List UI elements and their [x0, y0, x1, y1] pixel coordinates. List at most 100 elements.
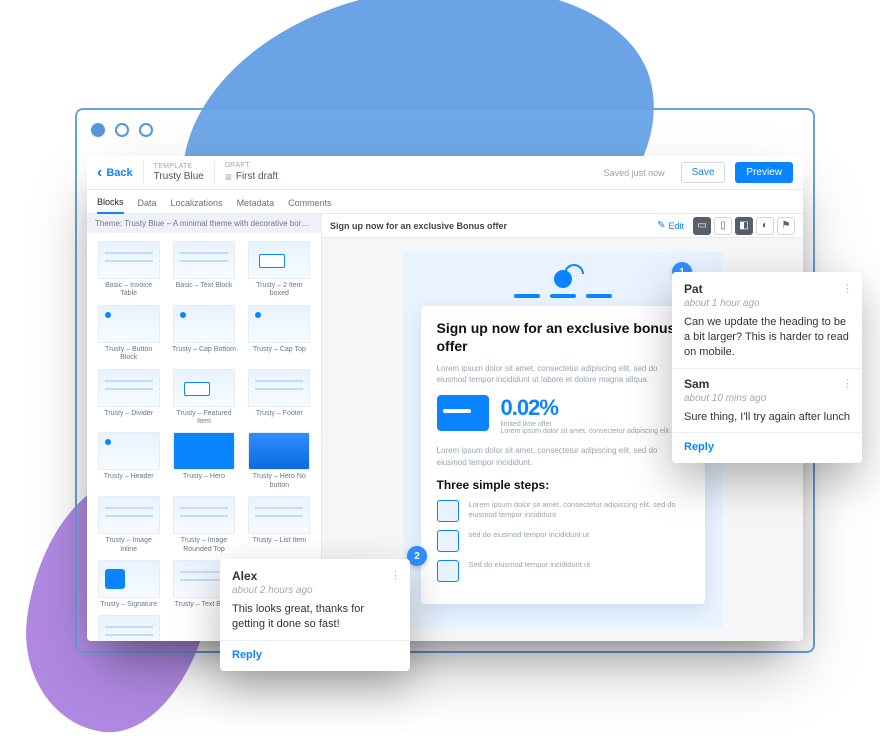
template-name[interactable]: Trusty Blue [154, 171, 204, 182]
block-thumbnail [248, 496, 310, 534]
block-item[interactable]: Trusty – Footer [244, 369, 315, 427]
block-thumbnail [98, 496, 160, 534]
reply-button[interactable]: Reply [232, 649, 398, 661]
sidebar-tabs: Blocks Data Localizations Metadata Comme… [87, 190, 803, 214]
dark-mode-icon[interactable]: ◧ [735, 217, 753, 235]
block-thumbnail [98, 432, 160, 470]
comment-author: Sam [684, 377, 850, 391]
block-label: Trusty – Signature [100, 601, 157, 609]
reply-button[interactable]: Reply [684, 441, 850, 453]
block-thumbnail [98, 241, 160, 279]
block-label: Trusty – Header [104, 473, 154, 481]
block-label: Trusty – List Item [253, 537, 306, 545]
comment-body: Can we update the heading to be a bit la… [684, 315, 850, 360]
offer-row: 0.02% limited time offer Lorem ipsum dol… [437, 395, 689, 435]
block-item[interactable]: Trusty – 2 Item boxed [244, 241, 315, 299]
tab-localizations[interactable]: Localizations [171, 198, 223, 213]
block-label: Trusty – Hero No button [247, 473, 311, 490]
block-item[interactable]: Trusty – Divider [93, 369, 164, 427]
comment-body: This looks great, thanks for getting it … [232, 602, 398, 632]
block-thumbnail [173, 432, 235, 470]
window-control-icon[interactable] [91, 123, 105, 137]
block-item[interactable]: Basic – Invoice Table [93, 241, 164, 299]
block-item[interactable]: Trusty – Image Rounded Top [168, 496, 239, 554]
block-label: Trusty – Image Rounded Top [172, 537, 236, 554]
draft-label: DRAFT [225, 162, 278, 169]
card-icon [437, 395, 489, 431]
comment-body: Sure thing, I'll try again after lunch [684, 410, 850, 425]
comment-author: Alex [232, 569, 398, 583]
block-item[interactable]: Trusty – Cap Bottom [168, 305, 239, 363]
block-item[interactable]: Trusty – Title Block [93, 615, 164, 641]
theme-description: Theme: Trusty Blue – A minimal theme wit… [87, 214, 321, 233]
block-thumbnail [98, 369, 160, 407]
window-titlebar [77, 110, 813, 150]
desktop-view-icon[interactable]: ▭ [693, 217, 711, 235]
block-item[interactable]: Basic – Text Block [168, 241, 239, 299]
block-item[interactable]: Trusty – Featured Item [168, 369, 239, 427]
offer-desc: Lorem ipsum dolor sit amet, consectetur … [501, 428, 671, 435]
block-item[interactable]: Trusty – Button Block [93, 305, 164, 363]
kebab-menu-icon[interactable]: ⋮ [842, 282, 852, 295]
block-item[interactable]: Trusty – Cap Top [244, 305, 315, 363]
block-thumbnail [98, 560, 160, 598]
preview-toolbar: Sign up now for an exclusive Bonus offer… [322, 214, 803, 238]
comment-time: about 2 hours ago [232, 585, 398, 596]
email-body-text: Lorem ipsum dolor sit amet, consectetur … [437, 445, 689, 467]
save-status: Saved just now [604, 168, 665, 178]
offer-percent: 0.02% limited time offer Lorem ipsum dol… [501, 395, 671, 435]
divider [672, 368, 862, 369]
divider [672, 432, 862, 433]
tab-data[interactable]: Data [138, 198, 157, 213]
annotate-icon[interactable]: ⚑ [777, 217, 795, 235]
tab-metadata[interactable]: Metadata [237, 198, 275, 213]
kebab-menu-icon[interactable]: ⋮ [842, 377, 852, 390]
block-thumbnail [248, 305, 310, 343]
block-thumbnail [173, 496, 235, 534]
block-label: Trusty – Button Block [97, 346, 161, 363]
divider [143, 162, 144, 184]
draft-info: DRAFT First draft [225, 162, 278, 184]
block-thumbnail [173, 369, 235, 407]
kebab-menu-icon[interactable]: ⋮ [390, 569, 400, 582]
block-item[interactable]: Trusty – Image Inline [93, 496, 164, 554]
block-item[interactable]: Trusty – Hero No button [244, 432, 315, 490]
block-item[interactable]: Trusty – List Item [244, 496, 315, 554]
block-thumbnail [98, 305, 160, 343]
brand-logo-icon [554, 270, 572, 288]
email-body-text: Lorem ipsum dolor sit amet, consectetur … [437, 363, 689, 385]
block-label: Trusty – Cap Bottom [172, 346, 236, 354]
template-info: TEMPLATE Trusty Blue [154, 163, 204, 182]
back-button[interactable]: Back [97, 167, 133, 179]
steps-heading: Three simple steps: [437, 478, 689, 492]
block-label: Trusty – 2 Item boxed [247, 282, 311, 299]
window-control-icon[interactable] [115, 123, 129, 137]
step-item: sed do eiusmod tempor incididunt ut [437, 530, 689, 552]
block-item[interactable]: Trusty – Header [93, 432, 164, 490]
comment-time: about 1 hour ago [684, 298, 850, 309]
block-label: Trusty – Divider [104, 410, 153, 418]
preview-button[interactable]: Preview [735, 162, 793, 183]
badge-icon [437, 560, 459, 582]
email-heading: Sign up now for an exclusive bonus offer [437, 320, 689, 355]
mobile-view-icon[interactable]: ▯ [714, 217, 732, 235]
step-item: Sed do eiusmod tempor incididunt ut [437, 560, 689, 582]
block-item[interactable]: Trusty – Hero [168, 432, 239, 490]
step-item: Lorem ipsum dolor sit amet, consectetur … [437, 500, 689, 522]
tab-comments[interactable]: Comments [288, 198, 332, 213]
block-label: Trusty – Image Inline [97, 537, 161, 554]
block-item[interactable]: Trusty – Signature [93, 560, 164, 609]
tab-blocks[interactable]: Blocks [97, 197, 124, 214]
draft-name[interactable]: First draft [225, 170, 278, 184]
block-label: Trusty – Hero [183, 473, 225, 481]
email-subject: Sign up now for an exclusive Bonus offer [330, 221, 507, 231]
save-button[interactable]: Save [681, 162, 726, 183]
edit-subject-button[interactable]: Edit [657, 220, 684, 231]
light-mode-icon[interactable]: ◐ [756, 217, 774, 235]
email-card: Sign up now for an exclusive bonus offer… [421, 306, 705, 604]
comment-marker[interactable]: 2 [407, 546, 427, 566]
divider [220, 640, 410, 641]
block-label: Basic – Text Block [176, 282, 233, 290]
block-thumbnail [248, 241, 310, 279]
window-control-icon[interactable] [139, 123, 153, 137]
